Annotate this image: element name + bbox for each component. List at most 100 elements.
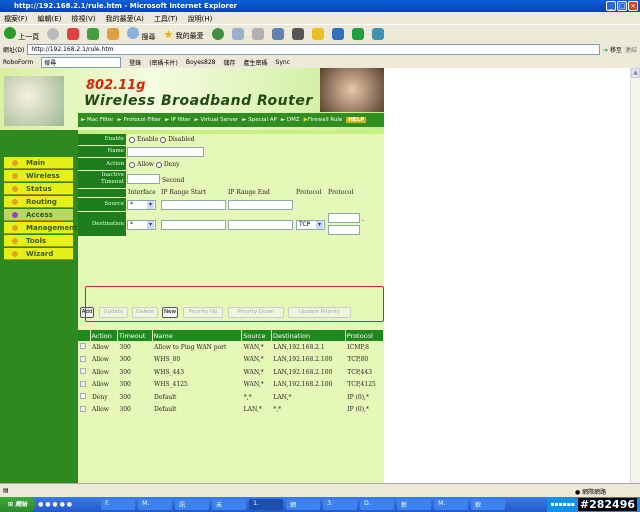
port-start-input[interactable]	[328, 213, 360, 223]
table-row[interactable]: Allow 300 Allow to Ping WAN port WAN,* LAN,1…	[78, 341, 384, 354]
name-input[interactable]	[127, 147, 204, 157]
close-button[interactable]: ×	[628, 1, 638, 11]
destination-ip-end-input[interactable]	[228, 220, 293, 230]
taskbar-task[interactable]: 未	[212, 499, 247, 510]
nav-firewall-rule[interactable]: ▶Firewall Rule	[304, 117, 343, 123]
forward-icon[interactable]	[47, 28, 60, 40]
taskbar-task[interactable]: 網	[286, 499, 321, 510]
passcards-button[interactable]: (密碼卡片)	[149, 58, 178, 67]
disabled-radio[interactable]: Disabled	[160, 136, 195, 143]
nav-mac-filter[interactable]: ► Mac Filter	[81, 117, 114, 123]
notes-icon[interactable]	[311, 28, 324, 40]
source-ip-start-input[interactable]	[161, 200, 226, 210]
protocol-select[interactable]: TCP	[296, 220, 325, 230]
taskbar-task[interactable]: 訊	[175, 499, 210, 510]
row-checkbox[interactable]	[78, 391, 90, 404]
refresh-icon[interactable]	[87, 28, 100, 40]
taskbar-task[interactable]: 3.	[323, 499, 358, 510]
sidebar-item-management[interactable]: Management	[4, 222, 78, 234]
row-checkbox[interactable]	[78, 404, 90, 417]
edit-icon[interactable]	[271, 28, 284, 40]
taskbar-task[interactable]: M.	[138, 499, 173, 510]
sidebar-item-status[interactable]: Status	[4, 183, 73, 195]
table-row[interactable]: Allow 300 Default LAN,* *,* IP (0),*	[78, 404, 384, 417]
row-checkbox[interactable]	[78, 366, 90, 379]
nav-special-ap[interactable]: ► Special AP	[242, 117, 277, 123]
taskbar-task[interactable]: 1.	[249, 499, 284, 510]
taskbar-task[interactable]: 新	[397, 499, 432, 510]
table-row[interactable]: Allow 300 WHS_443 WAN,* LAN,192.168.2.100 TCP…	[78, 366, 384, 379]
allow-radio[interactable]: Allow	[129, 161, 154, 168]
taskbar-task[interactable]: F.	[101, 499, 136, 510]
sidebar-item-wizard[interactable]: Wizard	[4, 248, 73, 260]
roboform-button[interactable]: RoboForm	[3, 59, 33, 66]
source-interface-select[interactable]: *	[127, 200, 156, 210]
sidebar-item-main[interactable]: Main	[4, 157, 73, 169]
search-button[interactable]: 搜尋	[127, 26, 155, 42]
history-icon[interactable]	[211, 28, 224, 40]
minimize-button[interactable]: _	[606, 1, 616, 11]
vertical-scrollbar[interactable]: ▲	[630, 68, 640, 483]
port-end-input[interactable]	[328, 225, 360, 235]
source-ip-end-input[interactable]	[228, 200, 293, 210]
tray-icons[interactable]: ▪▪▪▪▪▪	[550, 501, 574, 508]
favorites-label: 我的最愛	[175, 31, 204, 40]
deny-radio[interactable]: Deny	[155, 161, 179, 168]
table-row[interactable]: Allow 300 WHS_80 WAN,* LAN,192.168.2.100 TCP,…	[78, 354, 384, 367]
enable-radio[interactable]: Enable	[129, 136, 158, 143]
nav-protocol-filter[interactable]: ► Protocol Filter	[118, 117, 162, 123]
header-timeout: Timeout	[117, 330, 153, 341]
table-row[interactable]: Allow 300 WHS_4125 WAN,* LAN,192.168.2.100 TC…	[78, 379, 384, 392]
nav-ip-filter[interactable]: ► IP filter	[165, 117, 190, 123]
row-checkbox[interactable]	[78, 379, 90, 392]
start-button[interactable]: ⊞ 開始	[0, 497, 36, 512]
go-button[interactable]: ➔ 移至	[603, 45, 622, 54]
sidebar-item-wireless[interactable]: Wireless	[4, 170, 73, 182]
nav-virtual-server[interactable]: ► Virtual Server	[195, 117, 239, 123]
print-icon[interactable]	[251, 28, 264, 40]
sidebar-item-tools[interactable]: Tools	[4, 235, 73, 247]
row-checkbox[interactable]	[78, 341, 90, 354]
menu-view[interactable]: 檢視(V)	[71, 14, 95, 23]
mail-icon[interactable]	[231, 28, 244, 40]
taskbar-task[interactable]: D.	[360, 499, 395, 510]
roboform-search-input[interactable]: 搜尋	[41, 56, 122, 68]
menu-edit[interactable]: 編輯(E)	[38, 14, 62, 23]
links-label[interactable]: 連結	[625, 45, 637, 54]
nav-dmz[interactable]: ► DMZ	[281, 117, 300, 123]
save-button[interactable]: 儲存	[223, 58, 235, 67]
destination-interface-select[interactable]: *	[127, 220, 156, 230]
favorites-button[interactable]: ★ 我的最愛	[163, 28, 203, 41]
sidebar-item-access[interactable]: Access	[4, 209, 73, 221]
quick-launch[interactable]: ● ● ● ● ●	[38, 501, 98, 508]
maximize-button[interactable]: □	[617, 1, 627, 11]
sync-button[interactable]: Sync	[276, 59, 290, 66]
stop-icon[interactable]	[67, 28, 80, 40]
scroll-up-icon[interactable]: ▲	[631, 68, 640, 78]
menu-tools[interactable]: 工具(T)	[154, 14, 178, 23]
users-icon[interactable]	[371, 28, 384, 40]
back-button[interactable]: 上一頁	[4, 26, 39, 42]
destination-ip-start-input[interactable]	[161, 220, 226, 230]
help-button[interactable]: HELP	[346, 117, 367, 123]
home-icon[interactable]	[107, 28, 120, 40]
timeout-unit: Second	[162, 177, 185, 184]
k-icon[interactable]	[291, 28, 304, 40]
menu-favorites[interactable]: 我的最愛(A)	[106, 14, 144, 23]
sidebar-item-routing[interactable]: Routing	[4, 196, 73, 208]
menu-file[interactable]: 檔案(F)	[4, 14, 28, 23]
sidebar: Main Wireless Status Routing Access Mana…	[0, 130, 78, 483]
messenger-icon[interactable]	[331, 28, 344, 40]
taskbar-task[interactable]: M.	[434, 499, 469, 510]
taskbar-task[interactable]: 軟	[471, 499, 506, 510]
timeout-input[interactable]	[127, 174, 160, 184]
address-input[interactable]: http://192.168.2.1/rule.htm	[27, 44, 601, 55]
login-button[interactable]: 登錄	[129, 58, 141, 67]
user-button[interactable]: Boyes828	[186, 59, 216, 66]
menu-help[interactable]: 說明(H)	[188, 14, 213, 23]
cell-action: Allow	[92, 356, 109, 364]
generate-password-button[interactable]: 產生密碼	[244, 58, 268, 67]
row-checkbox[interactable]	[78, 354, 90, 367]
table-row[interactable]: Deny 300 Default *,* LAN,* IP (0),*	[78, 391, 384, 404]
app-icon[interactable]	[351, 28, 364, 40]
